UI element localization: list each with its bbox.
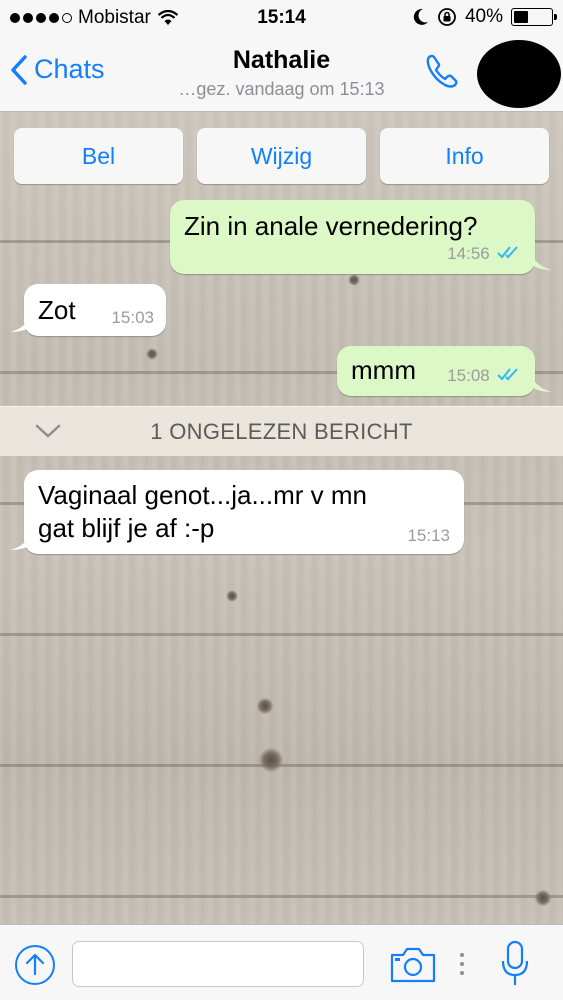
message-text: mmm	[351, 355, 416, 385]
wood-knot	[534, 890, 552, 906]
wood-knot	[258, 748, 284, 772]
info-button[interactable]: Info	[380, 128, 549, 184]
message-time: 15:13	[407, 525, 450, 545]
message-meta: 15:08	[447, 356, 523, 389]
wood-knot	[348, 274, 360, 286]
contact-name: Nathalie	[232, 46, 331, 74]
status-right: 40%	[413, 6, 557, 28]
contact-header[interactable]: Nathalie …gez. vandaag om 15:13	[140, 46, 423, 100]
message-incoming[interactable]: Zot 15:03	[24, 284, 166, 336]
chat-area[interactable]: Bel Wijzig Info Zin in anale vernedering…	[0, 112, 563, 924]
camera-icon[interactable]	[388, 945, 438, 985]
back-button[interactable]: Chats	[10, 54, 105, 85]
unread-label: 1 ONGELEZEN BERICHT	[150, 418, 413, 444]
bubble-tail	[530, 374, 552, 392]
battery-fill	[514, 11, 529, 23]
phone-icon[interactable]	[421, 50, 463, 92]
status-bar: Mobistar 15:14 40%	[0, 0, 563, 36]
bubble-tail	[10, 314, 32, 332]
moon-icon	[413, 8, 428, 25]
microphone-icon[interactable]	[498, 939, 532, 989]
edit-button[interactable]: Wijzig	[197, 128, 366, 184]
double-check-icon	[497, 245, 518, 259]
battery-icon	[511, 8, 557, 26]
call-button[interactable]: Bel	[14, 128, 183, 184]
avatar[interactable]	[477, 40, 561, 108]
message-text: Zot	[38, 295, 76, 325]
message-text-line: gat blijf je af :-p	[38, 512, 215, 543]
rotation-lock-icon	[438, 8, 456, 26]
wood-knot	[256, 698, 274, 714]
back-label: Chats	[34, 54, 105, 84]
battery-percent: 40%	[464, 6, 503, 27]
message-outgoing[interactable]: mmm 15:08	[337, 346, 535, 396]
upload-icon[interactable]	[13, 943, 57, 987]
unread-banner: 1 ONGELEZEN BERICHT	[0, 406, 563, 456]
last-seen: …gez. vandaag om 15:13	[178, 79, 385, 99]
wood-knot	[146, 348, 158, 360]
input-bar	[0, 924, 563, 1000]
message-meta: 14:56	[447, 234, 523, 267]
double-check-icon	[497, 367, 518, 381]
chevron-down-icon[interactable]	[34, 421, 62, 441]
bubble-tail	[530, 252, 552, 270]
message-time: 14:56	[447, 243, 490, 263]
message-outgoing[interactable]: Zin in anale vernedering? 14:56	[170, 200, 535, 274]
contact-actions: Bel Wijzig Info	[14, 128, 549, 184]
message-time: 15:08	[447, 365, 490, 385]
wood-knot	[226, 590, 238, 602]
bubble-tail	[10, 532, 32, 550]
separator-dots	[460, 953, 464, 975]
back-chevron-icon	[11, 54, 27, 85]
message-incoming[interactable]: Vaginaal genot...ja...mr v mn gat blijf …	[24, 470, 464, 554]
message-time: 15:03	[111, 307, 154, 327]
message-input[interactable]	[72, 941, 364, 987]
nav-bar: Chats Nathalie …gez. vandaag om 15:13	[0, 36, 563, 112]
message-text-line: Vaginaal genot...ja...mr v mn	[38, 480, 368, 510]
